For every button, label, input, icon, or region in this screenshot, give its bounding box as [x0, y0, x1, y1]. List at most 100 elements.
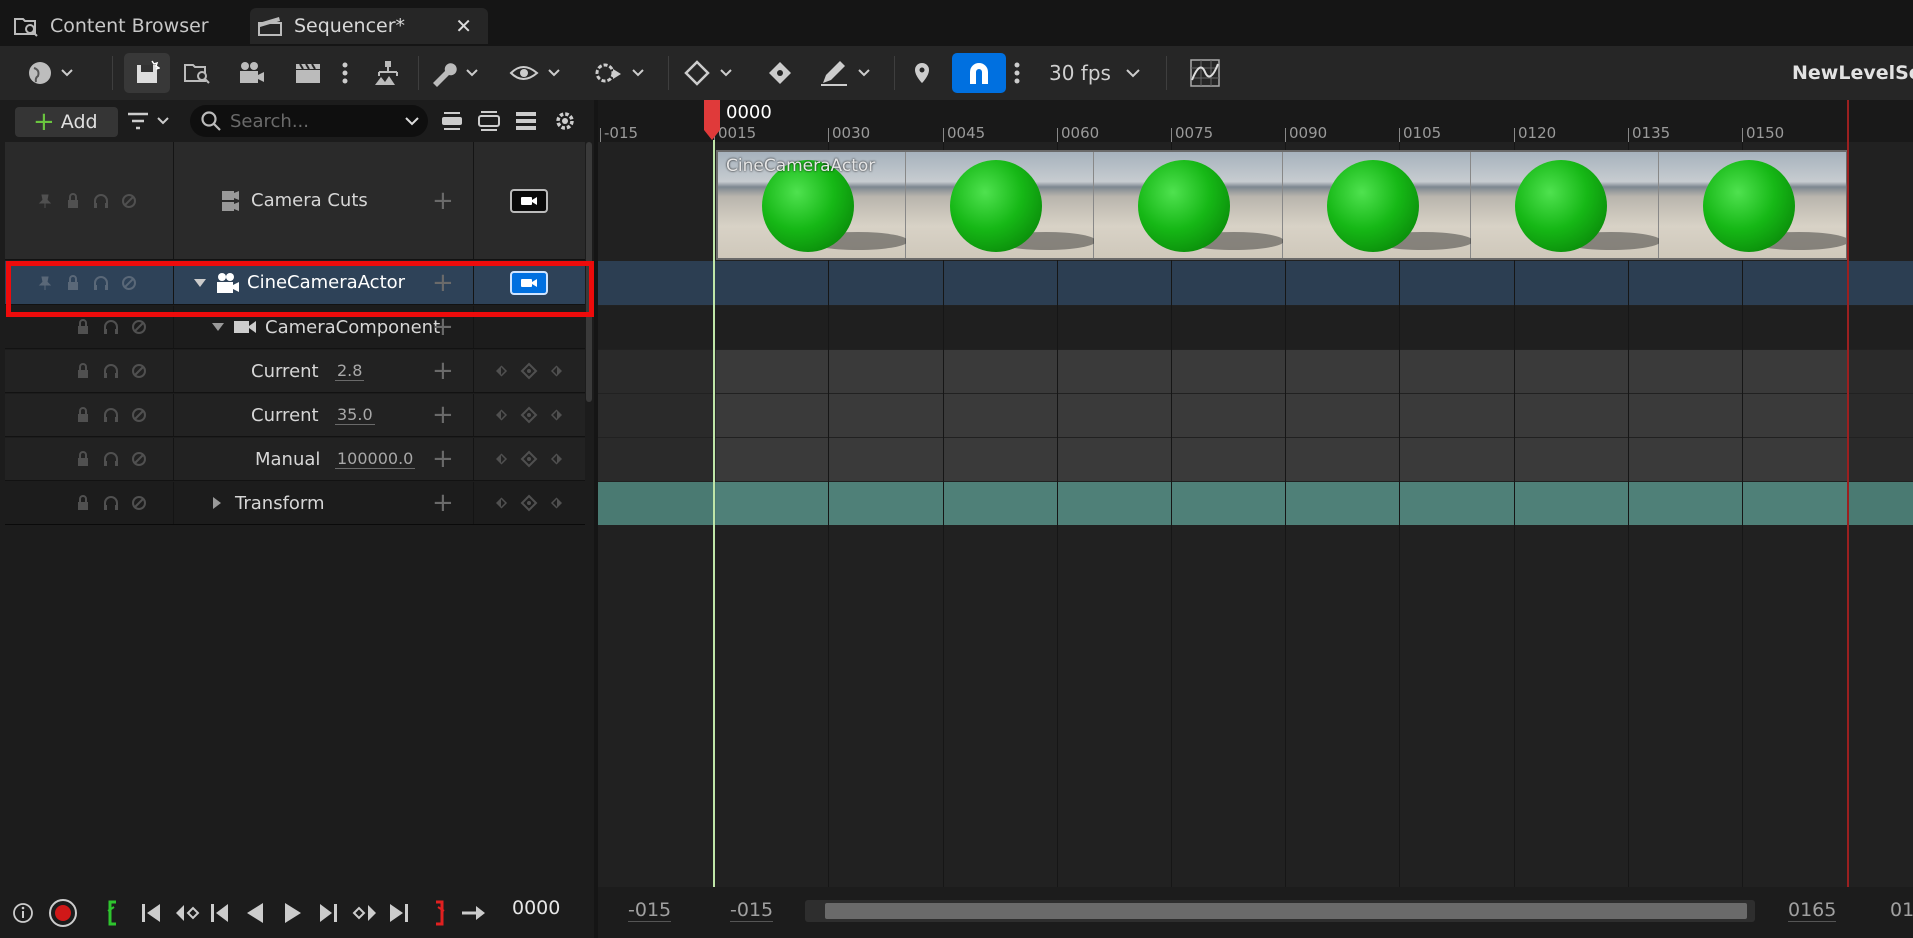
hierarchy-button[interactable]	[368, 53, 408, 93]
section-transform[interactable]	[716, 482, 1848, 525]
playhead-icon[interactable]	[702, 100, 722, 140]
expand-all-button[interactable]	[477, 108, 501, 134]
mute-icon[interactable]	[131, 495, 147, 511]
previous-key-icon[interactable]	[490, 494, 508, 512]
pin-icon[interactable]	[37, 193, 53, 209]
pin-icon[interactable]	[37, 275, 53, 291]
loop-mode-button[interactable]	[460, 899, 488, 927]
add-key-button[interactable]: +	[432, 350, 454, 392]
collapse-all-button[interactable]	[440, 108, 464, 134]
mute-icon[interactable]	[121, 193, 137, 209]
section-manual-focus[interactable]	[716, 438, 1848, 481]
add-key-button[interactable]: +	[432, 142, 454, 259]
timeline-scrollbar[interactable]	[805, 900, 1755, 922]
headphones-icon[interactable]	[93, 275, 109, 291]
mute-icon[interactable]	[131, 319, 147, 335]
curve-editor-button[interactable]	[1186, 53, 1224, 93]
filter-dropdown[interactable]	[126, 108, 174, 134]
property-value[interactable]: 35.0	[335, 405, 375, 425]
tools-dropdown[interactable]	[428, 53, 484, 93]
section-current-aperture[interactable]	[716, 350, 1848, 393]
add-key-button[interactable]: +	[432, 306, 454, 348]
camera-actor-button[interactable]	[232, 53, 272, 93]
edit-dropdown[interactable]	[818, 53, 876, 93]
add-track-button[interactable]: + Add	[15, 107, 118, 137]
view-dropdown[interactable]	[508, 53, 566, 93]
next-key-icon[interactable]	[550, 450, 568, 468]
set-start-button[interactable]	[106, 899, 120, 927]
headphones-icon[interactable]	[103, 495, 119, 511]
property-value[interactable]: 2.8	[335, 361, 365, 381]
lock-icon[interactable]	[75, 407, 91, 423]
outliner-scrollbar[interactable]	[586, 142, 592, 402]
camera-cut-section[interactable]	[716, 150, 1848, 260]
previous-key-icon[interactable]	[490, 362, 508, 380]
lock-icon[interactable]	[75, 363, 91, 379]
section-current-focal-length[interactable]	[716, 394, 1848, 437]
track-row-current-focal-length[interactable]: Current F 35.0 +	[5, 394, 585, 437]
snap-toggle[interactable]	[952, 53, 1006, 93]
headphones-icon[interactable]	[103, 363, 119, 379]
track-row-transform[interactable]: Transform +	[5, 482, 585, 525]
collapse-arrow-icon[interactable]	[211, 322, 225, 332]
lock-icon[interactable]	[75, 451, 91, 467]
track-row-current-aperture[interactable]: Current A 2.8 +	[5, 350, 585, 393]
framerate-dropdown[interactable]: 30 fps	[1049, 53, 1141, 93]
timeline-row-cinecameraactor[interactable]	[598, 261, 1913, 305]
add-key-icon[interactable]	[520, 362, 538, 380]
snap-options-button[interactable]	[1008, 53, 1026, 93]
more-options-button[interactable]	[336, 53, 354, 93]
playback-end-marker[interactable]	[1847, 100, 1849, 887]
view-end-field[interactable]: 01	[1890, 899, 1913, 921]
mute-icon[interactable]	[121, 275, 137, 291]
record-button[interactable]	[48, 899, 78, 927]
world-dropdown[interactable]	[22, 53, 80, 93]
mute-icon[interactable]	[131, 407, 147, 423]
play-button[interactable]	[282, 899, 304, 927]
time-ruler[interactable]: -015 0015 0030 0045 0060 0075 0090 0105 0120 0135…	[598, 100, 1913, 142]
search-box[interactable]	[190, 105, 428, 137]
tab-sequencer[interactable]: Sequencer* ✕	[250, 8, 488, 44]
mute-icon[interactable]	[131, 363, 147, 379]
save-button[interactable]	[124, 53, 170, 93]
add-key-button[interactable]: +	[432, 394, 454, 436]
working-end-field[interactable]: 0165	[1788, 899, 1837, 922]
expand-arrow-icon[interactable]	[211, 496, 223, 510]
track-row-manual-focus[interactable]: Manual 100000.0 +	[5, 438, 585, 481]
current-time-field[interactable]: 0000	[512, 897, 560, 919]
camera-lock-toggle[interactable]	[510, 270, 548, 295]
headphones-icon[interactable]	[103, 407, 119, 423]
previous-key-icon[interactable]	[490, 406, 508, 424]
step-forward-button[interactable]	[316, 899, 340, 927]
track-list-button[interactable]	[514, 108, 538, 134]
set-end-button[interactable]	[432, 899, 446, 927]
timeline-area[interactable]: -015 0015 0030 0045 0060 0075 0090 0105 0120 0135…	[598, 100, 1913, 887]
add-key-button[interactable]: +	[432, 482, 454, 524]
jump-to-start-button[interactable]	[140, 899, 162, 927]
headphones-icon[interactable]	[103, 319, 119, 335]
key-dropdown[interactable]	[682, 53, 738, 93]
playback-options-dropdown[interactable]	[592, 53, 650, 93]
previous-key-button[interactable]	[174, 899, 200, 927]
lock-icon[interactable]	[75, 319, 91, 335]
timeline-row-cameracomponent[interactable]	[598, 306, 1913, 349]
camera-lock-toggle[interactable]	[510, 188, 548, 213]
next-key-button[interactable]	[352, 899, 378, 927]
search-input[interactable]	[230, 110, 400, 132]
next-key-icon[interactable]	[550, 494, 568, 512]
add-key-icon[interactable]	[520, 494, 538, 512]
view-start-field[interactable]: -015	[628, 899, 672, 922]
info-button[interactable]	[12, 899, 34, 927]
property-value[interactable]: 100000.0	[335, 449, 416, 469]
close-icon[interactable]: ✕	[455, 14, 472, 38]
render-movie-button[interactable]	[288, 53, 328, 93]
jump-to-end-button[interactable]	[388, 899, 410, 927]
collapse-arrow-icon[interactable]	[193, 278, 207, 288]
next-key-icon[interactable]	[550, 362, 568, 380]
settings-button[interactable]	[553, 108, 577, 134]
working-start-field[interactable]: -015	[730, 899, 774, 922]
add-key-icon[interactable]	[520, 406, 538, 424]
add-key-button[interactable]: +	[432, 438, 454, 480]
lock-icon[interactable]	[75, 495, 91, 511]
previous-key-icon[interactable]	[490, 450, 508, 468]
